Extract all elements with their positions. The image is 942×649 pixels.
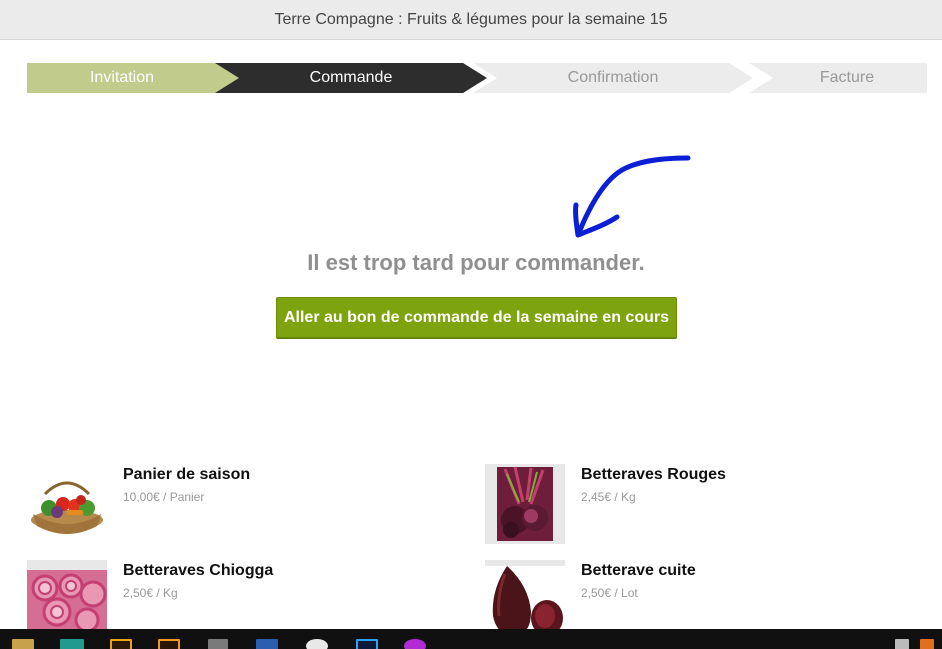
too-late-message: Il est trop tard pour commander. xyxy=(307,250,645,275)
app-round-icon[interactable] xyxy=(306,639,328,649)
app-tool-icon[interactable] xyxy=(208,639,228,649)
product-price: 2,45€ / Kg xyxy=(581,490,636,504)
app-color-icon[interactable] xyxy=(404,639,426,649)
product-item[interactable]: Panier de saison 10,00€ / Panier xyxy=(27,464,467,544)
app-photoshop-icon[interactable] xyxy=(356,639,378,649)
app-illustrator-icon[interactable] xyxy=(158,639,180,649)
product-name[interactable]: Betterave cuite xyxy=(581,562,696,580)
product-image xyxy=(27,560,107,640)
step-label: Confirmation xyxy=(567,69,659,86)
os-taskbar xyxy=(0,629,942,649)
product-item[interactable]: Betteraves Chiogga 2,50€ / Kg xyxy=(27,560,467,640)
step-confirmation: Confirmation xyxy=(473,63,753,93)
product-name[interactable]: Panier de saison xyxy=(123,466,250,484)
product-item[interactable]: Betterave cuite 2,50€ / Lot xyxy=(485,560,925,640)
page-header: Terre Compagne : Fruits & légumes pour l… xyxy=(0,0,942,40)
product-image xyxy=(27,464,107,544)
page-title: Terre Compagne : Fruits & légumes pour l… xyxy=(274,10,668,28)
step-commande[interactable]: Commande xyxy=(215,63,487,93)
tray-app-icon[interactable] xyxy=(920,639,934,649)
product-item[interactable]: Betteraves Rouges 2,45€ / Kg xyxy=(485,464,925,544)
product-name[interactable]: Betteraves Chiogga xyxy=(123,562,273,580)
product-price: 2,50€ / Lot xyxy=(581,586,638,600)
product-price: 2,50€ / Kg xyxy=(123,586,178,600)
step-facture: Facture xyxy=(749,63,927,93)
current-week-order-button[interactable]: Aller au bon de commande de la semaine e… xyxy=(276,297,677,338)
tray-arrow-icon[interactable] xyxy=(895,639,909,649)
annotation-arrow-icon xyxy=(573,155,691,238)
step-label: Commande xyxy=(309,69,393,86)
app-s-icon[interactable] xyxy=(12,639,34,649)
step-label: Invitation xyxy=(89,69,155,86)
app-green-icon[interactable] xyxy=(60,639,84,649)
product-name[interactable]: Betteraves Rouges xyxy=(581,466,726,484)
app-bridge-icon[interactable] xyxy=(110,639,132,649)
product-image xyxy=(485,464,565,544)
step-label: Facture xyxy=(819,69,875,86)
app-word-icon[interactable] xyxy=(256,639,278,649)
product-image xyxy=(485,560,565,640)
product-price: 10,00€ / Panier xyxy=(123,490,205,504)
step-invitation[interactable]: Invitation xyxy=(27,63,241,93)
order-steps: Invitation Confirmation Commande Facture xyxy=(27,63,927,93)
